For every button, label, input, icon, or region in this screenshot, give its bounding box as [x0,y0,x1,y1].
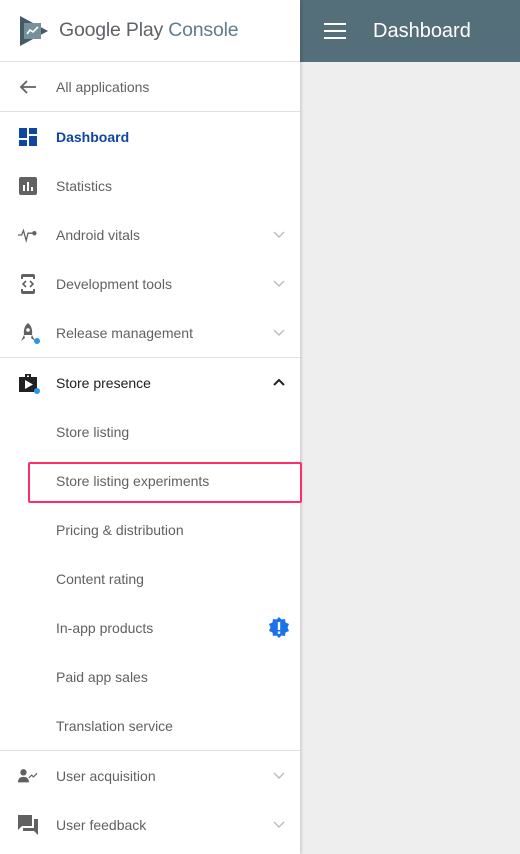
brand-name: Google Play Console [59,19,239,41]
nav-development-tools[interactable]: Development tools [0,259,300,308]
chevron-up-icon[interactable] [272,375,286,389]
arrow-left-icon [18,77,38,97]
brand-header[interactable]: Google Play Console [0,0,300,62]
subnav-in-app-products[interactable]: In-app products [0,603,300,652]
subnav-store-listing-experiments[interactable]: Store listing experiments [0,456,302,505]
alert-badge-icon [269,617,289,638]
notification-dot [34,337,40,344]
subnav-pricing-distribution[interactable]: Pricing & distribution [0,505,300,554]
subnav-paid-app-sales[interactable]: Paid app sales [0,652,300,701]
nav-all-applications[interactable]: All applications [0,62,300,111]
nav-user-acquisition[interactable]: User acquisition [0,751,300,800]
google-play-console-logo-icon [20,15,48,46]
nav-android-vitals[interactable]: Android vitals [0,210,300,259]
main-content [300,62,520,854]
chevron-down-icon[interactable] [272,817,286,831]
nav-store-presence[interactable]: Store presence [0,358,300,407]
nav-release-management[interactable]: Release management [0,308,300,357]
chevron-down-icon[interactable] [272,325,286,339]
dashboard-icon [18,127,38,147]
nav-dashboard[interactable]: Dashboard [0,112,300,161]
chevron-down-icon[interactable] [272,276,286,290]
user-trending-icon [18,766,38,786]
bar-chart-icon [18,176,38,196]
top-app-bar: Dashboard [300,0,520,62]
notification-dot [34,387,40,394]
code-device-icon [18,273,38,294]
page-title: Dashboard [373,19,471,42]
chat-bubbles-icon [18,814,38,835]
rocket-icon [18,322,40,344]
chevron-down-icon[interactable] [272,768,286,782]
nav-statistics[interactable]: Statistics [0,161,300,210]
chevron-down-icon[interactable] [272,227,286,241]
sidebar-nav: Google Play Console All applications Das… [0,0,302,854]
hamburger-menu-icon[interactable] [324,23,346,39]
subnav-store-listing[interactable]: Store listing [0,407,300,456]
nav-user-feedback[interactable]: User feedback [0,800,300,849]
briefcase-play-icon [18,373,40,394]
subnav-translation-service[interactable]: Translation service [0,701,300,750]
subnav-content-rating[interactable]: Content rating [0,554,300,603]
pulse-icon [18,225,38,245]
